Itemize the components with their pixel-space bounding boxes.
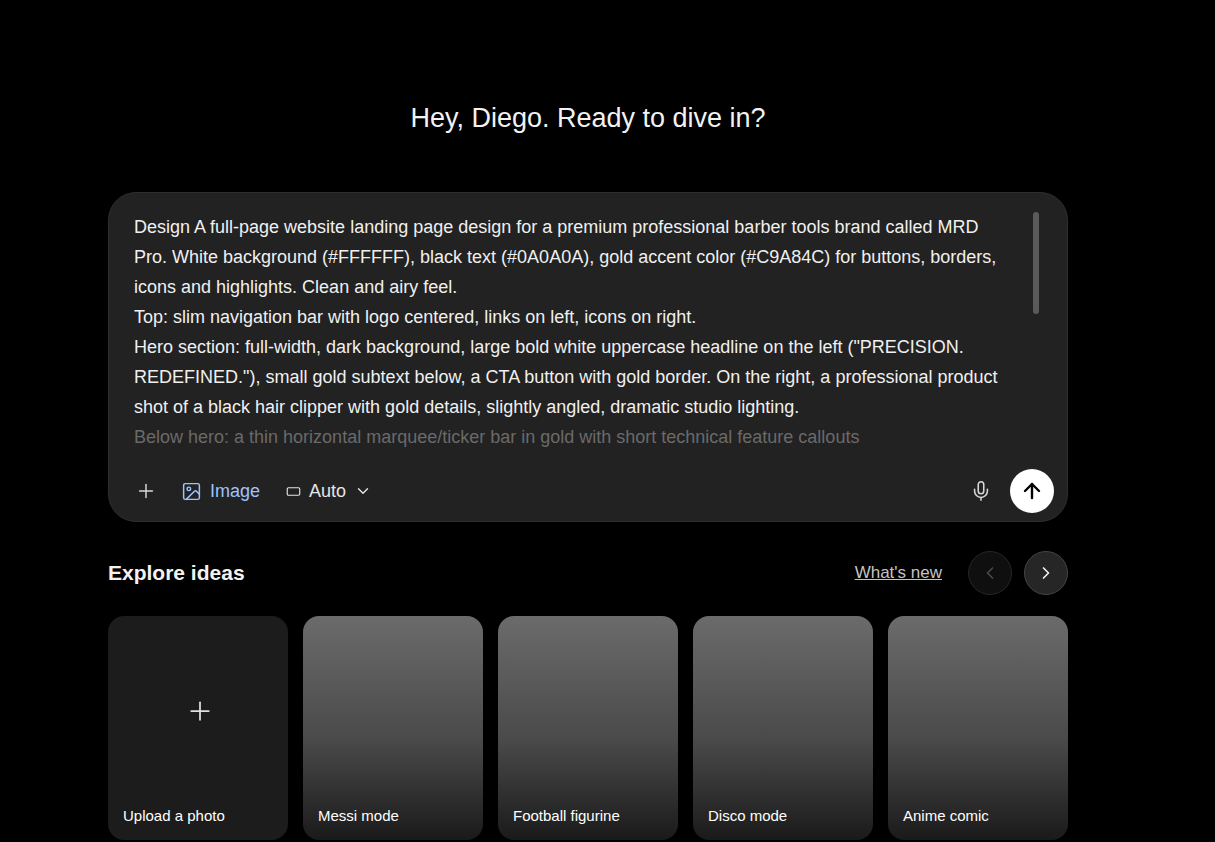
arrow-up-icon [1020,479,1044,503]
upload-card[interactable]: Upload a photo [108,616,288,840]
idea-cards: Upload a photo Messi mode Football figurin… [108,616,1068,840]
card-label: Football figurine [513,806,666,826]
composer-toolbar: Image Auto [109,468,1067,514]
scrollbar[interactable] [1033,212,1039,468]
prompt-paragraph: Hero section: full-width, dark backgroun… [134,332,1011,422]
prompt-paragraph: Design A full-page website landing page … [134,212,1011,302]
chevron-down-icon [354,482,372,500]
image-mode-button[interactable]: Image [175,477,266,506]
aspect-icon [286,484,301,499]
prev-button[interactable] [968,551,1012,595]
plus-icon [135,480,157,502]
idea-card[interactable]: Messi mode [303,616,483,840]
chevron-left-icon [980,563,1000,583]
card-label: Disco mode [708,806,861,826]
aspect-dropdown[interactable]: Auto [280,477,378,506]
explore-header: Explore ideas What's new [108,551,1068,595]
card-label: Messi mode [318,806,471,826]
mic-button[interactable] [966,476,996,506]
explore-title: Explore ideas [108,561,843,585]
idea-card[interactable]: Disco mode [693,616,873,840]
next-button[interactable] [1024,551,1068,595]
whats-new-link[interactable]: What's new [855,563,942,583]
aspect-label: Auto [309,481,346,502]
image-mode-label: Image [210,481,260,502]
prompt-text-row: Design A full-page website landing page … [109,193,1067,468]
idea-card[interactable]: Anime comic [888,616,1068,840]
upload-area [123,616,276,806]
send-button[interactable] [1010,469,1054,513]
prompt-composer: Design A full-page website landing page … [108,192,1068,522]
plus-icon [185,696,215,726]
prompt-input[interactable]: Design A full-page website landing page … [134,212,1011,468]
add-button[interactable] [131,476,161,506]
idea-card[interactable]: Football figurine [498,616,678,840]
scrollbar-thumb[interactable] [1033,212,1039,314]
card-label: Upload a photo [123,806,276,826]
prompt-paragraph: Top: slim navigation bar with logo cente… [134,302,1011,332]
mic-icon [970,480,992,502]
image-icon [181,481,202,502]
chevron-right-icon [1036,563,1056,583]
greeting: Hey, Diego. Ready to dive in? [108,100,1068,136]
card-label: Anime comic [903,806,1056,826]
main-column: Hey, Diego. Ready to dive in? Design A fu… [108,0,1068,840]
page: Hey, Diego. Ready to dive in? Design A fu… [0,0,1215,842]
prompt-paragraph: Below hero: a thin horizontal marquee/ti… [134,422,1011,452]
